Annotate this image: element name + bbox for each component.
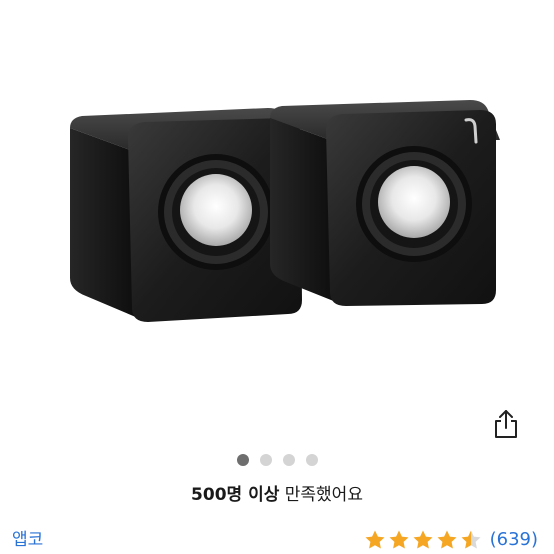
right-speaker bbox=[270, 100, 500, 306]
review-count-text: 500명 이상 bbox=[191, 485, 280, 505]
product-image bbox=[70, 100, 500, 322]
left-speaker bbox=[70, 108, 302, 322]
share-icon bbox=[495, 410, 517, 438]
carousel-dot[interactable] bbox=[282, 454, 295, 466]
star-icon bbox=[461, 530, 481, 549]
star-rating bbox=[364, 529, 482, 551]
rating[interactable]: (639) bbox=[364, 527, 538, 553]
star-icon bbox=[413, 530, 433, 549]
carousel-dot[interactable] bbox=[305, 454, 318, 466]
carousel-dot[interactable] bbox=[236, 454, 249, 466]
share-button[interactable] bbox=[488, 406, 524, 442]
star-icon bbox=[389, 530, 409, 549]
rating-count: (639) bbox=[489, 529, 538, 550]
review-summary: 500명 이상 만족했어요 bbox=[0, 482, 554, 508]
brand-link[interactable]: 앱코 bbox=[12, 527, 43, 553]
star-icon bbox=[365, 530, 385, 549]
star-icon bbox=[437, 530, 457, 549]
carousel-dot[interactable] bbox=[259, 454, 272, 466]
review-satisfied-text: 만족했어요 bbox=[284, 485, 363, 505]
carousel-indicator bbox=[0, 453, 554, 467]
